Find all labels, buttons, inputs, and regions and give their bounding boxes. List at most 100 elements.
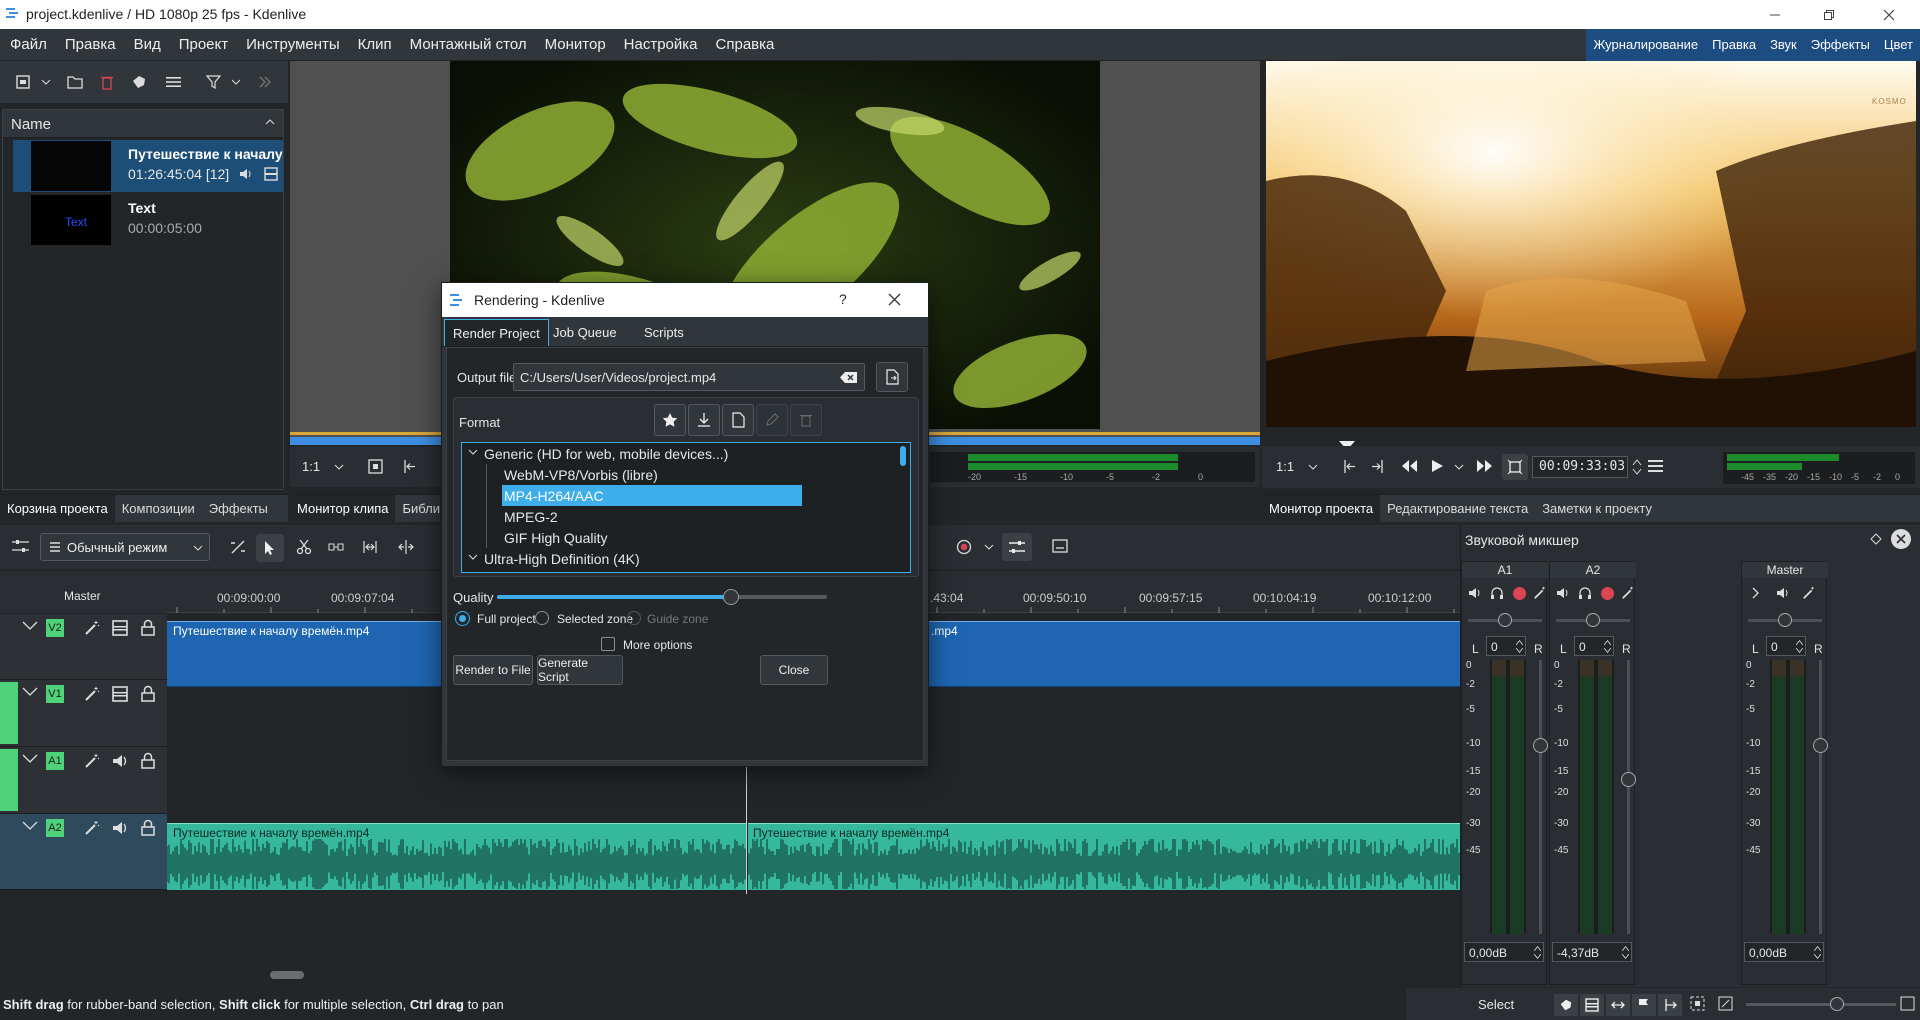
timecode-display[interactable]: 00:09:33:03 [1532,456,1628,478]
track-header-a1[interactable]: A1 [0,747,167,814]
volume-fader-track[interactable] [1539,660,1542,934]
clip-zoom-label[interactable]: 1:1 [302,459,320,474]
radio-full-project[interactable] [455,611,470,626]
record-icon[interactable] [956,539,972,555]
bin-item[interactable]: Text Text 00:00:05:00 [13,194,283,246]
effects-wand-icon[interactable] [84,753,100,769]
layout-2[interactable]: Звук [1763,29,1804,61]
layout-0[interactable]: Журналирование [1586,29,1705,61]
chevron-down-icon[interactable] [1454,464,1464,470]
slip-icon[interactable] [398,539,414,555]
spin-icon[interactable] [1813,945,1822,960]
close-button[interactable]: Close [760,655,828,685]
list-view-icon[interactable] [162,71,184,93]
effects-wand-icon[interactable] [84,620,100,636]
volume-fader-handle[interactable] [1621,772,1636,787]
minimize-icon[interactable] [1752,0,1798,29]
spin-icon[interactable] [1603,639,1612,654]
menu-8[interactable]: Настройка [615,29,707,61]
download-profile-button[interactable] [688,404,720,436]
effects-wand-icon[interactable] [84,820,100,836]
more-options-checkbox[interactable] [601,637,615,651]
track-name-badge[interactable]: A2 [46,819,64,837]
volume-spinbox[interactable]: 0,00dB [1464,942,1544,962]
layout-4[interactable]: Цвет [1877,29,1920,61]
close-icon[interactable] [888,293,901,306]
timeline-playhead[interactable] [746,764,747,894]
volume-fader-track[interactable] [1627,660,1630,934]
zoom-slider-track[interactable] [1746,1003,1896,1006]
spin-icon[interactable] [1515,639,1524,654]
subtitle-icon[interactable] [1052,539,1068,553]
flag-icon[interactable] [1632,994,1656,1016]
quality-slider-handle[interactable] [723,589,740,605]
bin-tab-0[interactable]: Корзина проекта [0,495,115,522]
track-name-badge[interactable]: V2 [46,619,64,637]
menu-icon[interactable] [1648,460,1663,472]
lift-icon[interactable] [1658,994,1682,1016]
spacer-tool-icon[interactable] [230,539,246,555]
tag-icon[interactable] [1554,994,1578,1016]
tab-render-project[interactable]: Render Project [444,319,549,346]
pan-slider-handle[interactable] [1778,613,1792,627]
spin-icon[interactable] [1533,945,1542,960]
headphones-icon[interactable] [1578,586,1592,600]
lock-icon[interactable] [141,819,155,836]
radio-selected-zone[interactable] [535,611,549,625]
lock-icon[interactable] [141,685,155,702]
pan-slider-handle[interactable] [1586,613,1600,627]
pan-spinbox[interactable]: 0 [1486,636,1526,656]
spacer-icon[interactable] [328,539,344,555]
bin-column-header[interactable]: Name [3,110,283,138]
record-icon[interactable] [1513,587,1526,600]
radio-guide-zone[interactable] [627,611,641,625]
volume-spinbox[interactable]: -4,37dB [1552,942,1632,962]
track-header-v2[interactable]: V2 [0,614,167,680]
menu-7[interactable]: Монитор [536,29,615,61]
effects-wand-icon[interactable] [84,686,100,702]
chevron-down-icon[interactable] [22,687,38,697]
edit-profile-button[interactable] [756,404,788,436]
tab-scripts[interactable]: Scripts [636,319,692,346]
audio-icon[interactable] [112,820,128,836]
delete-icon[interactable] [96,71,118,93]
delete-profile-button[interactable] [790,404,822,436]
project-zoom-label[interactable]: 1:1 [1276,459,1294,474]
filter-icon[interactable] [202,71,224,93]
chevron-down-icon[interactable] [22,754,38,764]
chevron-down-icon[interactable] [1308,464,1318,470]
film-icon[interactable] [112,686,128,702]
fast-forward-icon[interactable] [1476,459,1494,473]
volume-fader-handle[interactable] [1813,738,1828,753]
track-target-indicator[interactable] [0,749,18,811]
menu-4[interactable]: Инструменты [237,29,349,61]
generate-script-button[interactable]: Generate Script [537,655,623,685]
mute-icon[interactable] [1776,586,1790,600]
project-monitor-tab-2[interactable]: Заметки к проекту [1535,495,1659,522]
bin-tab-2[interactable]: Эффекты [202,495,275,522]
mute-icon[interactable] [1556,586,1570,600]
ripple-icon[interactable] [362,539,378,555]
clip-monitor-tab-0[interactable]: Монитор клипа [290,495,396,522]
layout-3[interactable]: Эффекты [1804,29,1877,61]
pan-spinbox[interactable]: 0 [1766,636,1806,656]
track-header-v1[interactable]: V1 [0,680,167,747]
record-icon[interactable] [1601,587,1614,600]
set-out-icon[interactable] [1370,459,1385,474]
clear-text-icon[interactable] [840,371,858,384]
menu-9[interactable]: Справка [707,29,784,61]
profile-item[interactable]: MP4-H264/AAC [502,485,802,506]
effects-wand-icon[interactable] [1533,586,1547,600]
play-icon[interactable] [1430,459,1444,473]
track-target-indicator[interactable] [0,682,18,744]
bin-tab-1[interactable]: Композиции [115,495,202,522]
output-file-field[interactable]: C:/Users/User/Videos/project.mp4 [513,363,865,391]
volume-fader-handle[interactable] [1533,738,1548,753]
select-tool-icon[interactable] [256,534,284,562]
zone-icon[interactable] [1502,454,1528,480]
menu-5[interactable]: Клип [349,29,401,61]
favorite-button[interactable] [654,404,686,436]
menu-3[interactable]: Проект [170,29,237,61]
chevron-right-icon[interactable] [1752,587,1760,599]
spin-icon[interactable] [1621,945,1630,960]
